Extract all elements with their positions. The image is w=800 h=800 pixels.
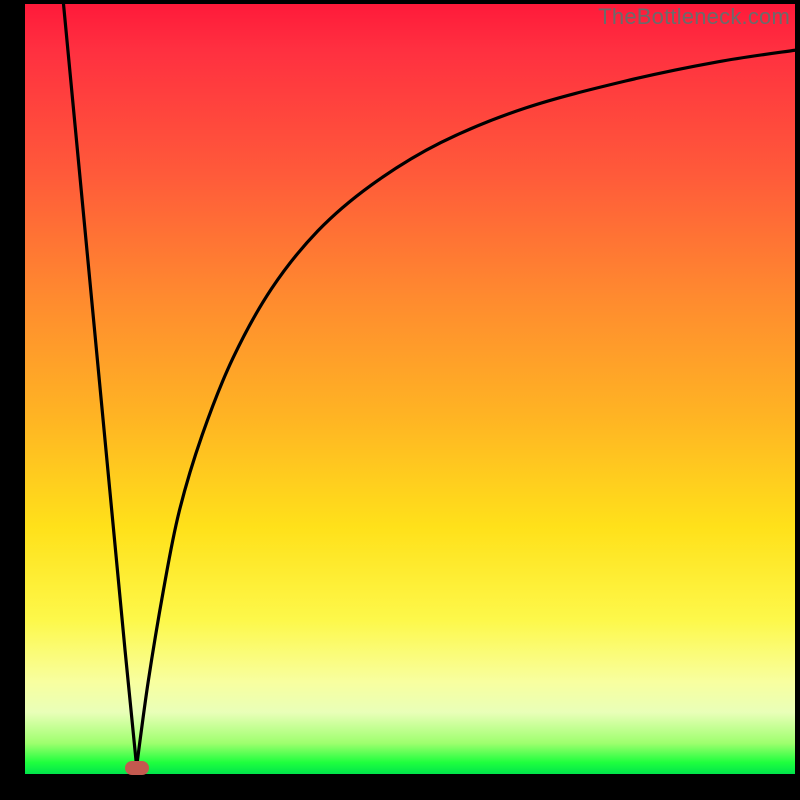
curve-layer [25, 4, 795, 774]
watermark-text: TheBottleneck.com [598, 4, 790, 30]
minimum-marker [125, 761, 149, 775]
curve-right-branch [137, 50, 795, 766]
curve-left-branch [64, 4, 137, 766]
chart-frame: TheBottleneck.com [0, 0, 800, 800]
plot-area [25, 4, 795, 774]
